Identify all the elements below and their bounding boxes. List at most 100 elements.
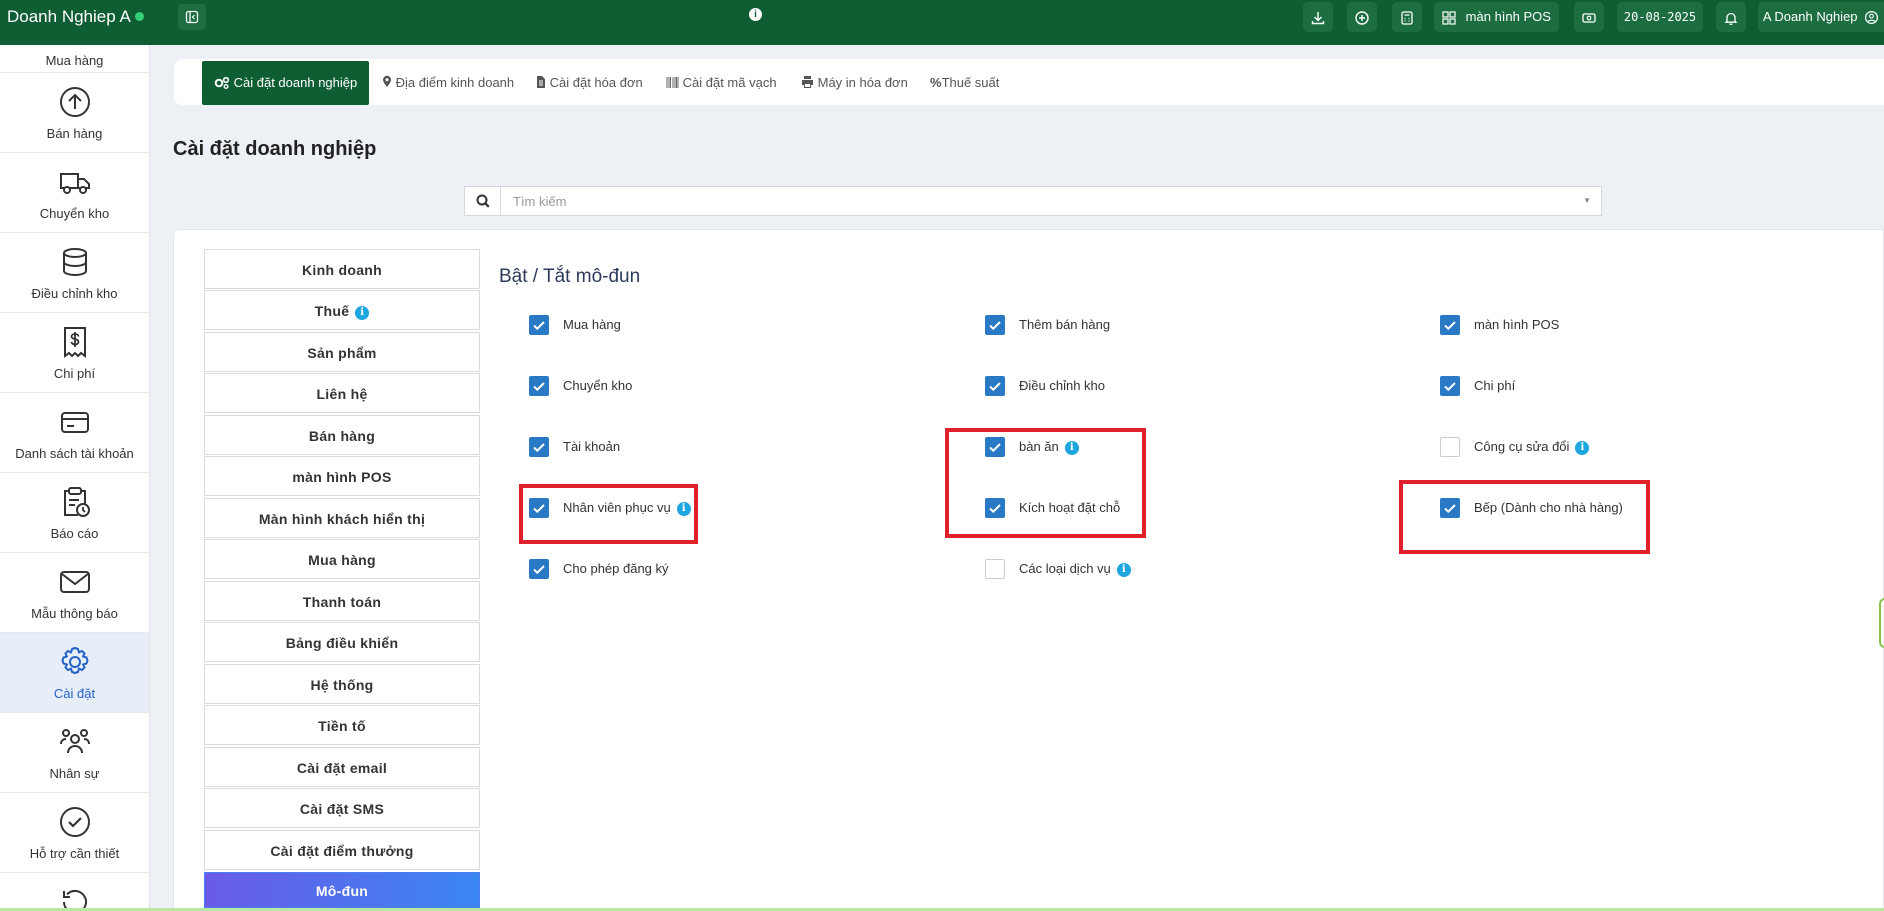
info-icon[interactable]: i — [1116, 563, 1131, 577]
gear-icon — [61, 647, 88, 674]
checkbox-checked[interactable] — [985, 315, 1005, 335]
sidebar-item-purchase[interactable]: Mua hàng — [0, 45, 149, 73]
module-label: Chi phí — [1474, 378, 1516, 393]
sidebar-item-expenses[interactable]: Chi phí — [0, 313, 149, 393]
tab-label: Cài đặt doanh nghiệp — [233, 75, 358, 90]
checkbox-checked[interactable] — [1440, 376, 1460, 396]
menu-item-label: Bán hàng — [308, 428, 376, 444]
bell-icon — [1724, 12, 1738, 25]
highlight-box-tables-booking — [945, 428, 1146, 538]
menu-item-reward-points[interactable]: Cài đặt điểm thưởng — [204, 830, 480, 870]
checkbox-checked[interactable] — [529, 315, 549, 335]
checkbox-unchecked[interactable] — [1440, 437, 1460, 457]
tab-tax-rates[interactable]: %Thuế suất — [930, 61, 999, 105]
info-icon[interactable]: i — [749, 8, 762, 21]
module-label: màn hình POS — [1474, 317, 1560, 332]
printer-icon — [802, 76, 813, 88]
users-icon — [59, 729, 90, 754]
menu-item-prefixes[interactable]: Tiền tố — [204, 705, 480, 745]
sidebar-item-support[interactable]: Hỗ trợ cần thiết — [0, 793, 149, 873]
date-display[interactable]: 20-08-2025 — [1617, 2, 1703, 32]
module-label: Mua hàng — [563, 317, 621, 332]
module-label: Tài khoản — [563, 439, 621, 454]
sidebar-item-settings[interactable]: Cài đặt — [0, 633, 149, 713]
notifications-button[interactable] — [1716, 2, 1746, 32]
tab-business-locations[interactable]: Địa điểm kinh doanh — [382, 61, 514, 105]
tab-barcode-settings[interactable]: Cài đặt mã vạch — [666, 61, 777, 105]
info-icon[interactable]: i — [1575, 441, 1590, 455]
menu-item-sale[interactable]: Bán hàng — [204, 415, 480, 455]
tab-business-settings[interactable]: Cài đặt doanh nghiệp — [202, 61, 370, 105]
menu-item-payment[interactable]: Thanh toán — [204, 581, 480, 621]
menu-item-contact[interactable]: Liên hệ — [204, 373, 480, 413]
tab-invoice-settings[interactable]: Cài đặt hóa đơn — [536, 61, 643, 105]
pos-screen-label: màn hình POS — [1465, 9, 1551, 24]
menu-item-email-settings[interactable]: Cài đặt email — [204, 747, 480, 787]
menu-item-dashboard[interactable]: Bảng điều khiển — [204, 622, 480, 662]
sidebar-item-label: Chi phí — [53, 366, 96, 381]
checkbox-checked[interactable] — [529, 376, 549, 396]
menu-item-label: Thuế — [314, 303, 350, 319]
tab-receipt-printers[interactable]: Máy in hóa đơn — [801, 61, 908, 105]
checkbox-checked[interactable] — [1440, 315, 1460, 335]
brand[interactable]: Doanh Nghiep A — [7, 0, 144, 34]
menu-item-product[interactable]: Sản phẩm — [204, 332, 480, 372]
menu-item-system[interactable]: Hệ thống — [204, 664, 480, 704]
sidebar-item-more[interactable] — [0, 873, 149, 911]
sidebar-item-accounts[interactable]: Danh sách tài khoản — [0, 393, 149, 473]
calculator-icon — [1401, 10, 1413, 25]
grid-icon — [1442, 10, 1456, 25]
chevron-down-icon: ▼ — [1583, 196, 1591, 205]
sidebar-item-notification-templates[interactable]: Mẫu thông báo — [0, 553, 149, 633]
module-label: Các loại dịch vụ i — [1019, 559, 1131, 579]
settings-search[interactable]: Tìm kiếm ▼ — [464, 186, 1602, 216]
checkbox-unchecked[interactable] — [985, 559, 1005, 579]
sidebar-item-label: Cài đặt — [53, 686, 96, 701]
sidebar-item-stock-adjust[interactable]: Điều chỉnh kho — [0, 233, 149, 313]
sidebar-item-transfer[interactable]: Chuyển kho — [0, 153, 149, 233]
file-icon — [537, 76, 545, 88]
brand-name: Doanh Nghiep A — [7, 7, 131, 26]
highlight-box-service-staff — [519, 484, 698, 544]
info-icon[interactable]: i — [355, 306, 370, 320]
module-label-text: Công cụ sửa đổi — [1474, 439, 1570, 454]
sidebar-item-hr[interactable]: Nhân sự — [0, 713, 149, 793]
clipboard-clock-icon — [63, 487, 90, 517]
menu-item-modules[interactable]: Mô-đun — [204, 872, 480, 908]
menu-item-label: Thanh toán — [302, 594, 382, 610]
checkbox-checked[interactable] — [529, 437, 549, 457]
menu-item-label: Mô-đun — [315, 883, 369, 899]
tab-label: Địa điểm kinh doanh — [395, 75, 515, 90]
checkbox-checked[interactable] — [985, 376, 1005, 396]
sidebar-item-label: Mẫu thông báo — [31, 606, 118, 621]
module-label: Công cụ sửa đổi i — [1474, 437, 1590, 457]
menu-item-label: Sản phẩm — [307, 345, 377, 361]
user-menu-button[interactable]: A Doanh Nghiep — [1758, 2, 1884, 32]
menu-item-customer-display[interactable]: Màn hình khách hiển thị — [204, 498, 480, 538]
sidebar-item-sales[interactable]: Bán hàng — [0, 73, 149, 153]
side-handle[interactable] — [1879, 598, 1884, 648]
sidebar-item-reports[interactable]: Báo cáo — [0, 473, 149, 553]
sidebar-toggle-button[interactable] — [178, 4, 206, 30]
page-title: Cài đặt doanh nghiệp — [173, 138, 377, 160]
calculator-button[interactable] — [1392, 2, 1422, 32]
checkbox-checked[interactable] — [529, 559, 549, 579]
menu-item-tax[interactable]: Thuế i — [204, 290, 480, 330]
sidebar-item-label: Bán hàng — [46, 126, 103, 141]
cash-button[interactable] — [1574, 2, 1604, 32]
menu-item-pos[interactable]: màn hình POS — [204, 456, 480, 496]
add-button[interactable] — [1347, 2, 1377, 32]
menu-item-business[interactable]: Kinh doanh — [204, 249, 480, 289]
menu-item-sms-settings[interactable]: Cài đặt SMS — [204, 788, 480, 828]
menu-item-label: Tiền tố — [318, 718, 366, 734]
menu-item-purchase[interactable]: Mua hàng — [204, 539, 480, 579]
sidebar-item-label: Báo cáo — [50, 526, 99, 541]
pos-screen-button[interactable]: màn hình POS — [1434, 2, 1559, 32]
module-label: Thêm bán hàng — [1019, 317, 1111, 332]
download-button[interactable] — [1303, 2, 1333, 32]
module-label-text: Các loại dịch vụ — [1019, 561, 1111, 576]
upload-icon — [59, 87, 90, 117]
sidebar: Mua hàng Bán hàng Chuyển kho Điều chỉnh … — [0, 45, 150, 911]
database-icon — [62, 248, 87, 277]
tab-label: Máy in hóa đơn — [817, 75, 908, 90]
